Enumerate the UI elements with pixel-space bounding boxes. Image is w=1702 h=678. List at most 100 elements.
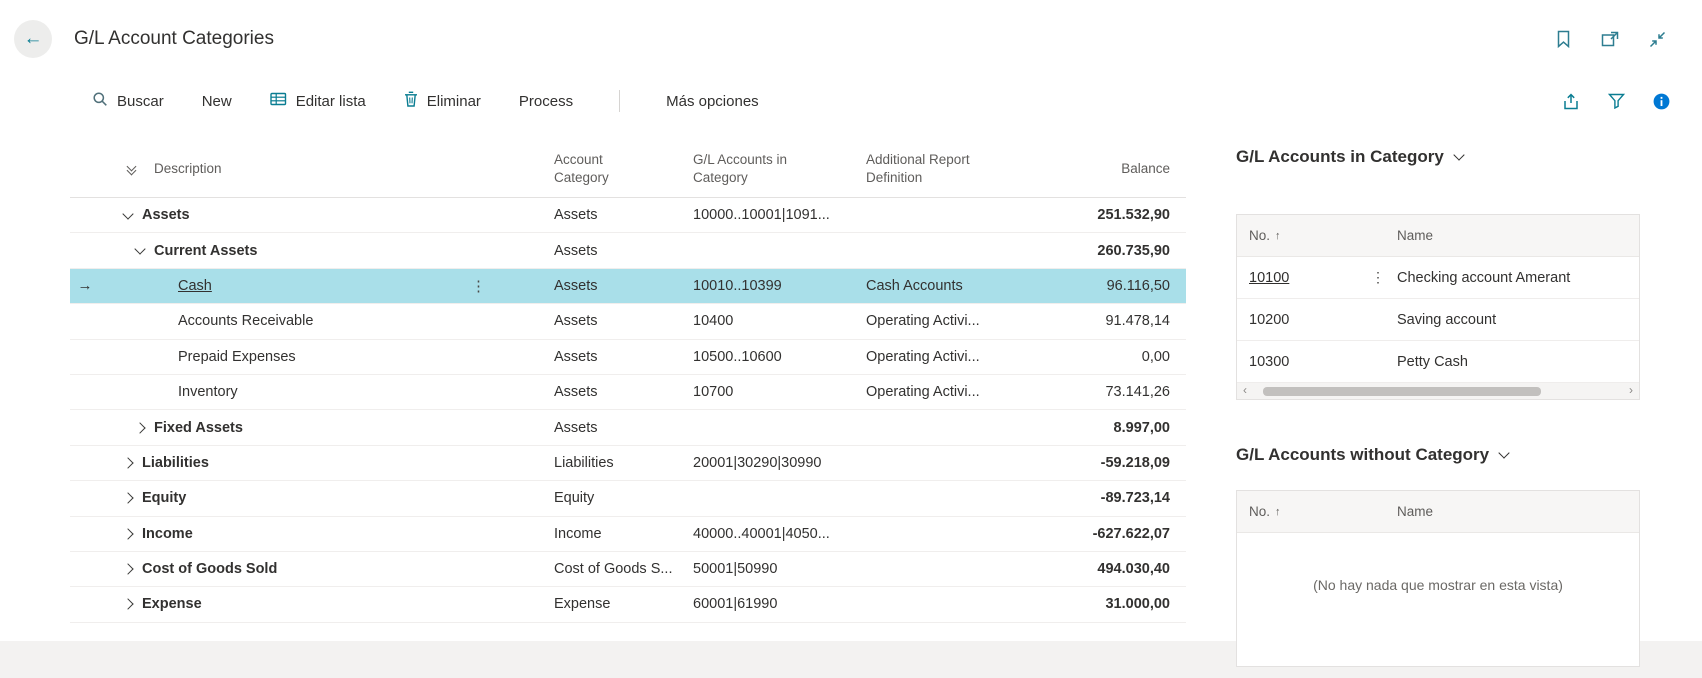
factbox-row[interactable]: 10100 ⋮ Checking account Amerant <box>1237 257 1639 299</box>
row-description[interactable]: Income <box>142 526 193 542</box>
edit-list-label: Editar lista <box>295 92 366 110</box>
cell-balance: -627.622,07 <box>1092 525 1170 542</box>
row-description[interactable]: Cost of Goods Sold <box>142 561 277 577</box>
cell-balance: -59.218,09 <box>1100 454 1170 471</box>
factbox-table-header: No. ↑ Name <box>1237 215 1639 257</box>
table-row-selected[interactable]: → Cash ⋮ Assets 10010..10399 Cash Accoun… <box>70 268 1186 305</box>
table-row[interactable]: Assets Assets 10000..10001|1091... 251.5… <box>70 198 1186 234</box>
table-row[interactable]: Current Assets Assets 260.735,90 <box>70 233 1186 269</box>
row-description[interactable]: Accounts Receivable <box>178 313 313 329</box>
cell-accounts: 40000..40001|4050... <box>693 525 830 542</box>
new-label: New <box>201 92 232 110</box>
chevron-right-icon[interactable] <box>134 421 146 434</box>
table-row[interactable]: Cost of Goods Sold Cost of Goods S... 50… <box>70 552 1186 588</box>
cell-account-category: Assets <box>554 348 598 365</box>
row-description[interactable]: Current Assets <box>154 243 257 259</box>
cell-account-category: Income <box>554 525 602 542</box>
column-additional-report-definition[interactable]: Additional Report Definition <box>866 151 992 186</box>
column-no[interactable]: No. <box>1249 228 1270 243</box>
process-menu[interactable]: Process <box>519 93 573 110</box>
action-bar: Buscar New Editar lista Eliminar Process <box>0 78 1702 124</box>
row-description[interactable]: Expense <box>142 596 202 612</box>
account-no[interactable]: 10200 <box>1249 312 1289 328</box>
row-description[interactable]: Liabilities <box>142 455 209 471</box>
chevron-right-icon[interactable] <box>122 528 134 540</box>
scroll-left-icon[interactable]: ‹ <box>1243 383 1247 398</box>
more-options-label: Más opciones <box>666 92 759 110</box>
table-row[interactable]: Fixed Assets Assets 8.997,00 <box>70 410 1186 446</box>
back-arrow-icon: ← <box>23 28 43 49</box>
sort-ascending-icon: ↑ <box>1275 505 1281 518</box>
chevron-right-icon[interactable] <box>122 457 134 469</box>
sort-ascending-icon: ↑ <box>1275 229 1281 242</box>
edit-list-icon <box>270 91 287 111</box>
factbox-row[interactable]: 10300 Petty Cash <box>1237 341 1639 383</box>
search-icon <box>92 91 108 111</box>
chevron-down-icon[interactable] <box>122 208 134 220</box>
ellipsis-icon[interactable]: ⋮ <box>1371 269 1385 286</box>
row-description[interactable]: Assets <box>142 207 190 223</box>
column-name[interactable]: Name <box>1397 504 1433 519</box>
row-description-link[interactable]: Cash <box>178 278 212 294</box>
factbox-row[interactable]: 10200 Saving account <box>1237 299 1639 341</box>
table-row[interactable]: Prepaid Expenses Assets 10500..10600 Ope… <box>70 340 1186 375</box>
delete-button[interactable]: Eliminar <box>404 91 481 111</box>
column-no[interactable]: No. <box>1249 504 1270 519</box>
account-name: Petty Cash <box>1397 353 1468 370</box>
column-description[interactable]: Description <box>154 161 222 176</box>
chevron-right-icon[interactable] <box>122 598 134 611</box>
row-description[interactable]: Prepaid Expenses <box>178 349 296 365</box>
column-accounts-in-category[interactable]: G/L Accounts in Category <box>693 151 805 186</box>
table-row[interactable]: Equity Equity -89.723,14 <box>70 481 1186 517</box>
gl-account-categories-page: ← G/L Account Categories Buscar New Edit… <box>0 0 1702 678</box>
cell-account-category: Assets <box>554 313 598 330</box>
row-description[interactable]: Equity <box>142 490 186 506</box>
accounts-in-category-table: No. ↑ Name 10100 ⋮ Checking account Amer… <box>1236 214 1640 400</box>
table-row[interactable]: Liabilities Liabilities 20001|30290|3099… <box>70 446 1186 482</box>
edit-list-button[interactable]: Editar lista <box>270 91 366 111</box>
factbox-without-category-title[interactable]: G/L Accounts without Category <box>1236 438 1640 472</box>
chevron-down-icon[interactable] <box>134 243 146 255</box>
row-description[interactable]: Inventory <box>178 384 238 400</box>
column-account-category[interactable]: Account Category <box>554 151 626 186</box>
chevron-right-icon[interactable] <box>122 563 134 575</box>
table-row[interactable]: Accounts Receivable Assets 10400 Operati… <box>70 304 1186 340</box>
account-no[interactable]: 10300 <box>1249 354 1289 370</box>
bookmark-icon[interactable] <box>1556 30 1571 48</box>
horizontal-scrollbar[interactable]: ‹ › <box>1237 383 1639 399</box>
collapse-all-icon[interactable] <box>126 161 138 176</box>
cell-balance: 494.030,40 <box>1097 561 1170 578</box>
table-row[interactable]: Income Income 40000..40001|4050... -627.… <box>70 517 1186 552</box>
scroll-right-icon[interactable]: › <box>1629 383 1633 398</box>
account-categories-table: Description Account Category G/L Account… <box>70 140 1186 623</box>
delete-label: Eliminar <box>426 92 481 110</box>
share-icon[interactable] <box>1562 93 1580 110</box>
factbox-pane: G/L Accounts in Category No. ↑ Name 1010… <box>1236 140 1640 667</box>
account-no-link[interactable]: 10100 <box>1249 270 1289 286</box>
column-balance[interactable]: Balance <box>1040 161 1186 176</box>
filter-icon[interactable] <box>1608 93 1625 109</box>
row-description[interactable]: Fixed Assets <box>154 420 243 436</box>
cell-report-definition: Cash Accounts <box>866 277 963 294</box>
collapse-icon[interactable] <box>1649 31 1666 48</box>
cell-balance: 31.000,00 <box>1105 596 1170 613</box>
table-row[interactable]: Inventory Assets 10700 Operating Activi.… <box>70 375 1186 411</box>
back-button[interactable]: ← <box>14 20 52 58</box>
column-name[interactable]: Name <box>1397 228 1433 243</box>
ellipsis-icon[interactable]: ⋮ <box>471 277 486 295</box>
search-button[interactable]: Buscar <box>92 91 164 111</box>
factbox-in-category-title[interactable]: G/L Accounts in Category <box>1236 140 1640 174</box>
cell-report-definition: Operating Activi... <box>866 384 980 401</box>
scrollbar-thumb[interactable] <box>1263 386 1541 396</box>
cell-accounts: 10500..10600 <box>693 348 782 365</box>
table-row[interactable]: Expense Expense 60001|61990 31.000,00 <box>70 587 1186 623</box>
info-icon[interactable] <box>1653 93 1670 110</box>
open-in-window-icon[interactable] <box>1601 31 1619 47</box>
current-row-arrow-icon: → <box>77 277 93 295</box>
cell-account-category: Assets <box>554 384 598 401</box>
chevron-right-icon[interactable] <box>122 492 134 504</box>
more-options-menu[interactable]: Más opciones <box>666 93 759 110</box>
chevron-down-icon <box>1498 447 1510 459</box>
table-header-row: Description Account Category G/L Account… <box>70 140 1186 198</box>
new-button[interactable]: New <box>202 93 232 110</box>
